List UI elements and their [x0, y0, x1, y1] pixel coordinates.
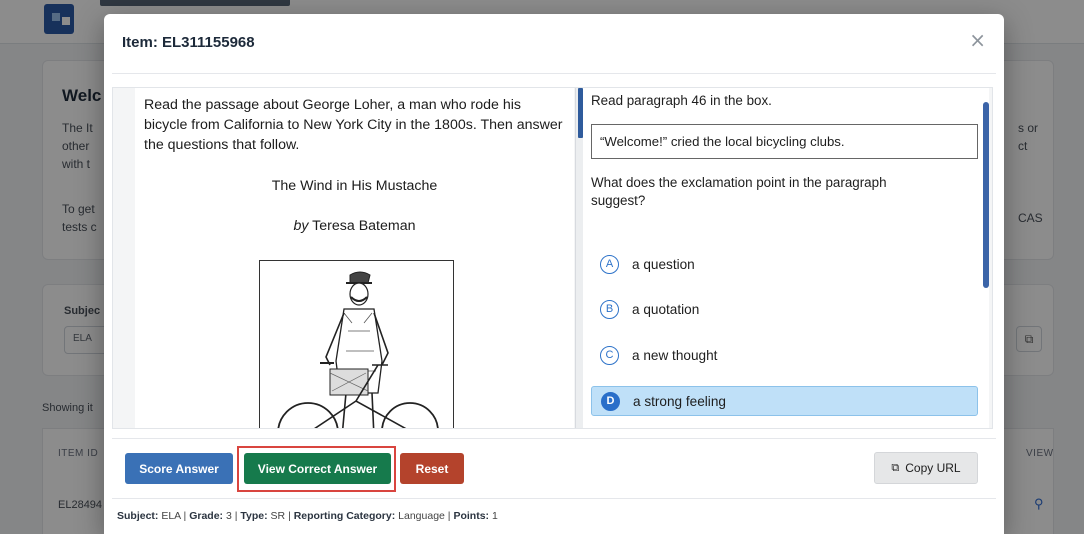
option-letter: A	[600, 254, 619, 274]
reset-button[interactable]: Reset	[400, 453, 464, 484]
meta-label: Grade:	[189, 510, 224, 522]
answer-option-c[interactable]: C a new thought	[591, 340, 978, 370]
score-answer-button[interactable]: Score Answer	[125, 453, 233, 484]
question-stem: What does the exclamation point in the p…	[591, 175, 887, 208]
option-letter: D	[601, 391, 620, 411]
quoted-paragraph: “Welcome!” cried the local bicycling clu…	[591, 124, 978, 159]
meta-label: Type:	[240, 510, 268, 522]
passage-author: by Teresa Bateman	[135, 218, 574, 234]
modal-title: Item: EL311155968	[122, 34, 255, 51]
meta-value: ELA	[161, 510, 181, 522]
item-modal: Item: EL311155968 × Read the passage abo…	[104, 14, 1004, 534]
copy-icon: ⧉	[891, 461, 900, 474]
meta-label: Reporting Category:	[293, 510, 396, 522]
meta-label: Subject:	[117, 510, 159, 522]
passage-title: The Wind in His Mustache	[271, 178, 438, 194]
option-letter: C	[600, 345, 619, 365]
meta-separator: |	[183, 510, 187, 522]
meta-value: Language	[398, 510, 445, 522]
panel-splitter[interactable]	[575, 88, 583, 428]
item-metadata: Subject: ELA | Grade: 3 | Type: SR | Rep…	[117, 510, 498, 522]
answer-option-b[interactable]: B a quotation	[591, 294, 978, 324]
divider	[112, 438, 996, 439]
divider	[112, 73, 996, 74]
meta-separator: |	[234, 510, 238, 522]
close-icon[interactable]: ×	[969, 28, 986, 52]
answer-option-a[interactable]: A a question	[591, 249, 978, 279]
passage-panel[interactable]: Read the passage about George Loher, a m…	[135, 88, 574, 428]
question-prompt: Read paragraph 46 in the box.	[591, 93, 772, 108]
option-letter: B	[600, 299, 619, 319]
option-text: a strong feeling	[633, 393, 726, 409]
item-content: Read the passage about George Loher, a m…	[112, 87, 993, 429]
answer-option-d[interactable]: D a strong feeling	[591, 386, 978, 416]
question-panel[interactable]: Read paragraph 46 in the box. “Welcome!”…	[583, 88, 989, 428]
author-name: Teresa Bateman	[312, 218, 416, 234]
meta-value: 1	[491, 510, 498, 522]
divider	[112, 498, 996, 499]
author-prefix: by	[293, 218, 309, 234]
option-text: a question	[632, 256, 695, 272]
meta-label: Points:	[453, 510, 490, 522]
copy-url-button[interactable]: ⧉ Copy URL	[874, 452, 978, 484]
view-correct-answer-button[interactable]: View Correct Answer	[244, 453, 391, 484]
option-text: a new thought	[632, 347, 718, 363]
meta-separator: |	[447, 510, 451, 522]
passage-intro: Read the passage about George Loher, a m…	[144, 97, 563, 153]
scrollbar[interactable]	[983, 102, 989, 288]
meta-value: 3	[225, 510, 232, 522]
meta-separator: |	[288, 510, 291, 522]
option-text: a quotation	[632, 301, 700, 317]
cyclist-illustration	[277, 271, 439, 428]
copy-url-label: Copy URL	[905, 461, 961, 475]
passage-illustration	[259, 260, 454, 428]
meta-value: SR	[270, 510, 286, 522]
